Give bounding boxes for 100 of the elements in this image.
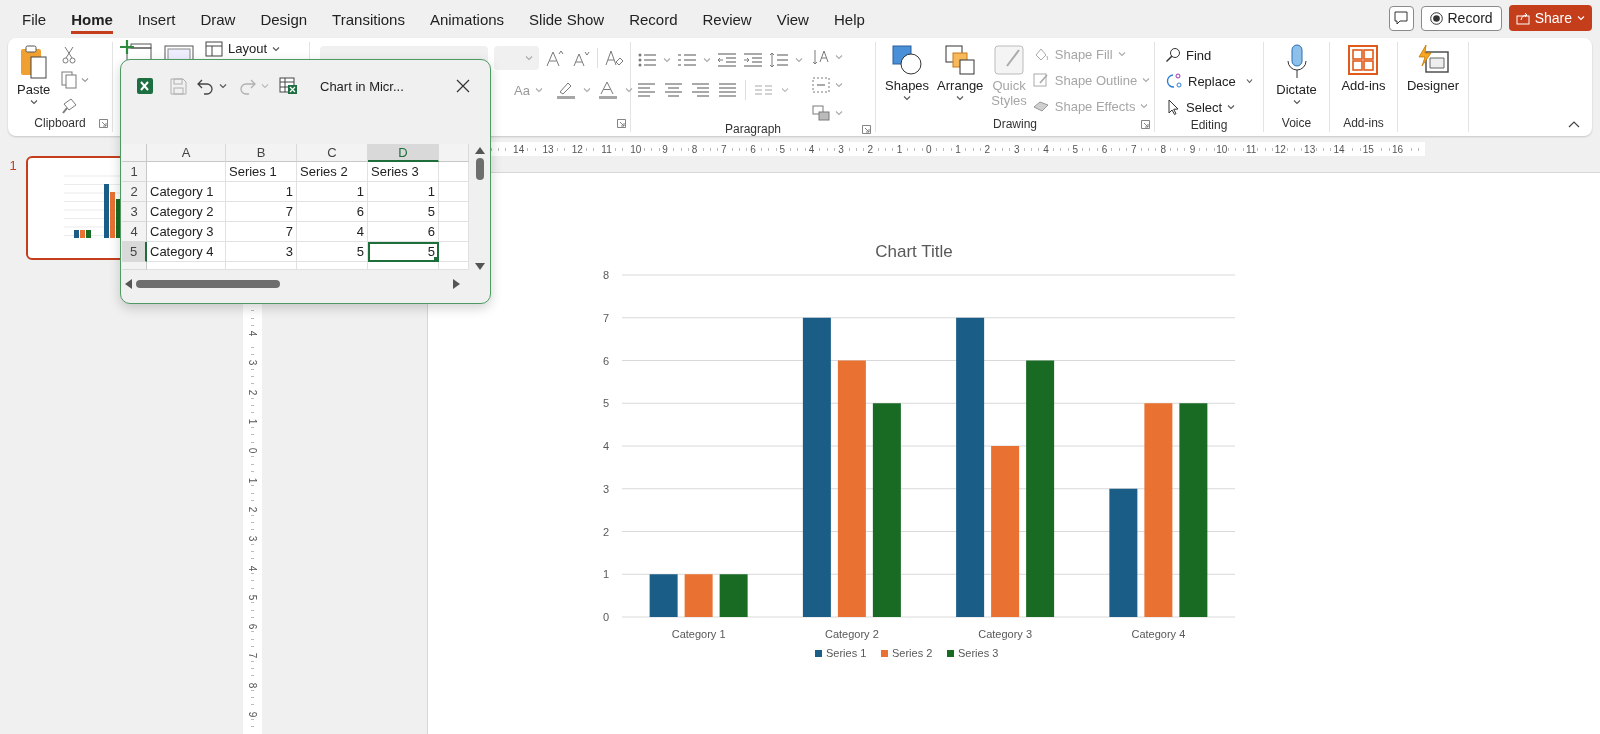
table-cell[interactable]: 1: [226, 182, 297, 202]
table-cell[interactable]: 5: [368, 242, 439, 262]
dialog-launcher-icon[interactable]: [1141, 119, 1150, 129]
share-button[interactable]: Share: [1508, 5, 1592, 31]
table-cell[interactable]: [147, 162, 226, 182]
close-icon[interactable]: [456, 79, 470, 93]
dictate-button[interactable]: Dictate: [1273, 42, 1320, 114]
table-cell[interactable]: 7: [226, 222, 297, 242]
record-button[interactable]: Record: [1420, 5, 1502, 31]
menu-tab[interactable]: Draw: [200, 5, 236, 34]
table-cell[interactable]: 7: [226, 202, 297, 222]
table-cell[interactable]: [297, 262, 368, 270]
row-header[interactable]: 1: [122, 162, 147, 182]
table-cell[interactable]: 6: [297, 202, 368, 222]
scroll-thumb[interactable]: [475, 158, 484, 180]
table-cell[interactable]: Series 2: [297, 162, 368, 182]
table-cell[interactable]: Category 3: [147, 222, 226, 242]
align-left-icon[interactable]: [637, 82, 656, 98]
table-cell[interactable]: 4: [297, 222, 368, 242]
menu-tab[interactable]: Slide Show: [529, 5, 605, 34]
dialog-launcher-icon[interactable]: [99, 118, 108, 128]
up-arrow-icon[interactable]: [474, 147, 485, 154]
grow-font-icon[interactable]: [545, 48, 565, 68]
dialog-launcher-icon[interactable]: [617, 118, 626, 128]
row-header[interactable]: 5: [122, 242, 147, 262]
menu-tab[interactable]: Animations: [429, 5, 505, 34]
paste-button[interactable]: Paste: [14, 42, 54, 114]
undo-icon[interactable]: [197, 77, 214, 95]
table-cell[interactable]: [147, 262, 226, 270]
table-cell[interactable]: [439, 242, 469, 262]
menu-tab[interactable]: Review: [702, 5, 752, 34]
ruler-number: 0: [247, 447, 258, 455]
table-cell[interactable]: Category 2: [147, 202, 226, 222]
align-text-icon[interactable]: [811, 76, 831, 94]
menu-tab[interactable]: Insert: [137, 5, 176, 34]
designer-button[interactable]: Designer: [1404, 42, 1462, 114]
table-cell[interactable]: Series 1: [226, 162, 297, 182]
align-center-icon[interactable]: [664, 82, 683, 98]
caret-icon: [1292, 99, 1301, 105]
comments-button[interactable]: [1388, 5, 1414, 31]
replace-button[interactable]: Replace: [1165, 71, 1253, 91]
increase-indent-icon[interactable]: [743, 52, 763, 68]
table-cell[interactable]: [368, 262, 439, 270]
bullet-list-icon[interactable]: [637, 52, 657, 68]
table-cell[interactable]: [439, 222, 469, 242]
table-cell[interactable]: 1: [297, 182, 368, 202]
fill-handle[interactable]: [434, 257, 439, 262]
menu-tab[interactable]: Transitions: [332, 5, 405, 34]
text-direction-icon[interactable]: [811, 48, 831, 66]
select-button[interactable]: Select: [1165, 97, 1253, 117]
column-header[interactable]: B: [226, 144, 297, 162]
table-cell[interactable]: [226, 262, 297, 270]
highlighter-icon[interactable]: [554, 80, 577, 100]
scroll-thumb[interactable]: [136, 280, 280, 288]
find-button[interactable]: Find: [1165, 45, 1253, 65]
add-ins-button[interactable]: Add-ins: [1338, 42, 1389, 114]
justify-icon[interactable]: [718, 82, 737, 98]
numbered-list-icon[interactable]: [677, 52, 697, 68]
font-color-icon[interactable]: [596, 80, 619, 100]
row-header[interactable]: 4: [122, 222, 147, 242]
decrease-indent-icon[interactable]: [717, 52, 737, 68]
chart-title: Chart Title: [875, 242, 953, 261]
caret-icon: [624, 87, 633, 93]
menu-tab[interactable]: File: [22, 5, 47, 34]
menu-tab[interactable]: View: [776, 5, 809, 34]
left-arrow-icon[interactable]: [125, 279, 132, 289]
row-header[interactable]: [122, 262, 147, 270]
align-right-icon[interactable]: [691, 82, 710, 98]
column-header[interactable]: [439, 144, 469, 162]
scissors-icon[interactable]: [61, 46, 78, 64]
column-header[interactable]: A: [147, 144, 226, 162]
select-all-corner[interactable]: [122, 144, 147, 162]
font-size-field[interactable]: [493, 46, 539, 70]
menu-tab[interactable]: Help: [833, 5, 865, 34]
down-arrow-icon[interactable]: [474, 263, 485, 270]
row-header[interactable]: 3: [122, 202, 147, 222]
dialog-launcher-icon[interactable]: [862, 124, 871, 134]
layout-button[interactable]: Layout: [205, 40, 281, 57]
menu-tab[interactable]: Home: [71, 5, 113, 34]
column-header[interactable]: D: [368, 144, 439, 162]
right-arrow-icon[interactable]: [453, 279, 460, 289]
table-cell[interactable]: Category 1: [147, 182, 226, 202]
caret-icon: [525, 55, 533, 61]
table-cell[interactable]: [439, 182, 469, 202]
table-cell[interactable]: [439, 262, 469, 270]
column-header[interactable]: C: [297, 144, 368, 162]
line-spacing-icon[interactable]: [769, 52, 789, 68]
table-cell[interactable]: [439, 202, 469, 222]
shapes-button[interactable]: Shapes: [882, 42, 933, 116]
grid-icon: [1347, 44, 1380, 76]
menu-tab[interactable]: Design: [260, 5, 308, 34]
collapse-icon[interactable]: [1568, 120, 1580, 128]
sheet-icon[interactable]: [279, 77, 298, 95]
table-cell[interactable]: [439, 162, 469, 182]
menu-tab[interactable]: Record: [629, 5, 678, 34]
copy-icon[interactable]: [61, 71, 78, 89]
clear-formatting-icon[interactable]: [604, 48, 624, 68]
row-header[interactable]: 2: [122, 182, 147, 202]
smartart-icon[interactable]: [811, 104, 831, 122]
arrange-button[interactable]: Arrange: [934, 42, 987, 116]
